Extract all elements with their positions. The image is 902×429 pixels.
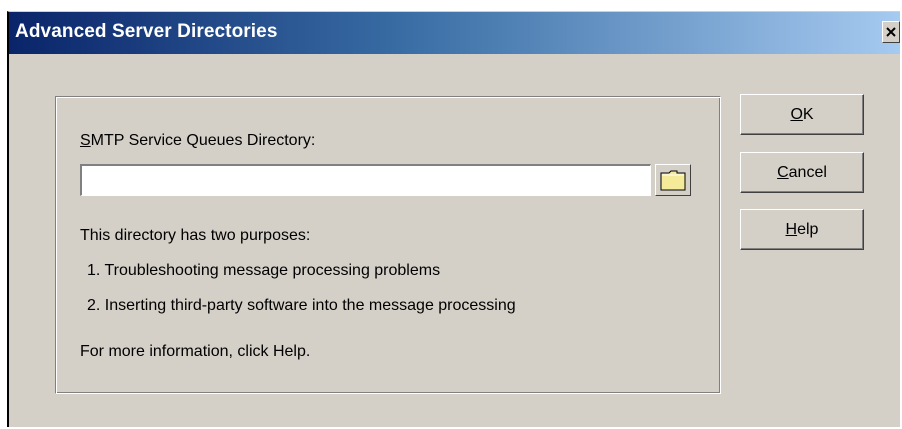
cancel-label: ancel bbox=[788, 164, 827, 181]
purpose-1: 1. Troubleshooting message processing pr… bbox=[87, 262, 441, 279]
cancel-mnemonic: C bbox=[777, 164, 789, 181]
advanced-server-directories-dialog: Advanced Server Directories SMTP Service… bbox=[7, 11, 900, 427]
help-label: elp bbox=[797, 221, 819, 238]
more-info-text: For more information, click Help. bbox=[80, 343, 311, 360]
cancel-button[interactable]: Cancel bbox=[740, 152, 864, 193]
close-button[interactable] bbox=[882, 21, 900, 43]
label-text: MTP Service Queues Directory: bbox=[90, 132, 316, 149]
help-button[interactable]: Help bbox=[740, 209, 864, 250]
close-icon bbox=[886, 27, 896, 37]
browse-folder-button[interactable] bbox=[655, 164, 691, 196]
folder-icon bbox=[660, 170, 686, 191]
ok-label: K bbox=[802, 106, 814, 123]
ok-button[interactable]: OK bbox=[740, 94, 864, 135]
dialog-title: Advanced Server Directories bbox=[15, 21, 278, 42]
queues-directory-input[interactable] bbox=[80, 164, 651, 196]
title-bar[interactable]: Advanced Server Directories bbox=[9, 12, 900, 54]
purpose-2: 2. Inserting third-party software into t… bbox=[87, 297, 516, 314]
ok-mnemonic: O bbox=[790, 106, 803, 123]
purposes-intro: This directory has two purposes: bbox=[80, 227, 311, 244]
label-mnemonic: S bbox=[80, 132, 91, 149]
help-mnemonic: H bbox=[785, 221, 798, 238]
queues-directory-label: SMTP Service Queues Directory: bbox=[80, 132, 315, 150]
queues-directory-group: SMTP Service Queues Directory: This dire… bbox=[55, 96, 721, 394]
